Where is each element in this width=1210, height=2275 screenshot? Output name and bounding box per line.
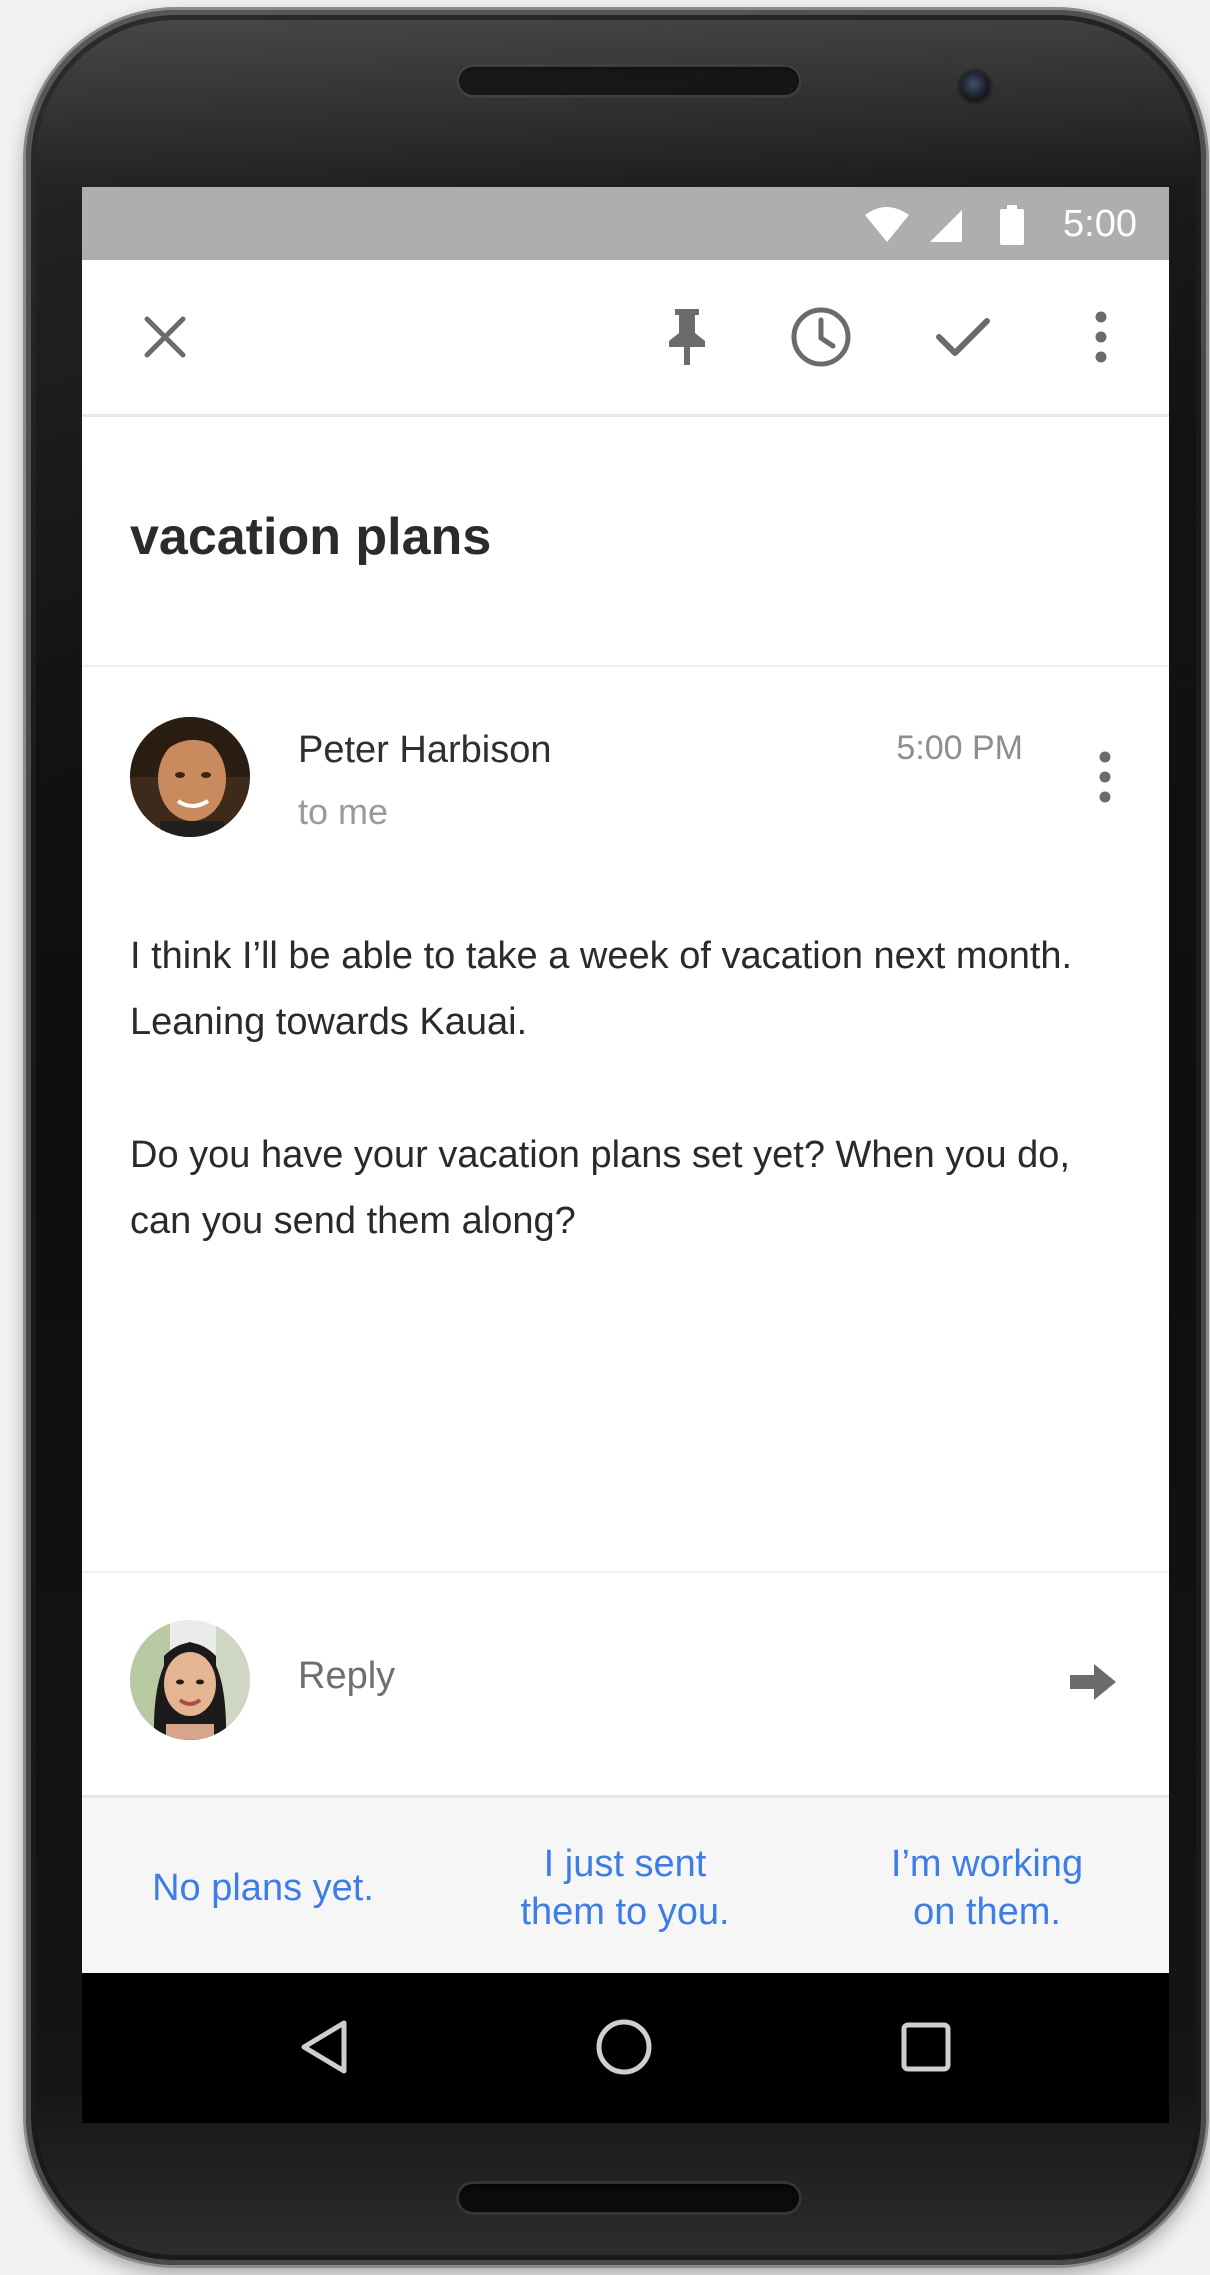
divider: [82, 665, 1169, 667]
smart-reply-text: on them.: [913, 1891, 1061, 1933]
smart-reply-text: I just sent: [543, 1843, 707, 1885]
toolbar: [82, 260, 1169, 417]
email-subject: vacation plans: [130, 508, 492, 566]
recipient-label[interactable]: to me: [298, 791, 388, 833]
reply-input[interactable]: Reply: [298, 1655, 395, 1698]
arrow-forward-icon: [1068, 1662, 1118, 1707]
email-body-paragraph: I think I’ll be able to take a week of v…: [130, 935, 1073, 1043]
smart-reply-text: them to you.: [520, 1891, 730, 1933]
send-button[interactable]: [1065, 1656, 1121, 1712]
front-camera: [960, 72, 990, 102]
home-icon: [594, 2017, 654, 2082]
smart-reply-option[interactable]: No plans yet.: [82, 1798, 444, 1973]
close-button[interactable]: [130, 304, 200, 374]
smart-reply-option[interactable]: I’m working on them.: [806, 1798, 1168, 1973]
close-icon: [143, 315, 187, 364]
check-done-icon: [935, 315, 991, 364]
recents-button[interactable]: [886, 2009, 966, 2089]
sender-name[interactable]: Peter Harbison: [298, 729, 551, 772]
smart-reply-bar: No plans yet. I just sent them to you. I…: [82, 1795, 1169, 1973]
mark-done-button[interactable]: [928, 304, 998, 374]
top-speaker: [456, 64, 802, 98]
user-avatar: [130, 1620, 250, 1740]
recents-icon: [900, 2021, 952, 2078]
battery-icon: [1000, 205, 1024, 250]
bottom-speaker: [456, 2181, 802, 2215]
more-vert-icon: [1098, 751, 1112, 808]
status-bar: 5:00: [82, 187, 1169, 260]
navigation-bar: [82, 1973, 1169, 2123]
smart-reply-text: I’m working: [890, 1843, 1084, 1885]
smart-reply-option[interactable]: I just sent them to you.: [444, 1798, 806, 1973]
message-overflow-button[interactable]: [1085, 749, 1125, 809]
snooze-clock-icon: [790, 306, 852, 373]
screen: 5:00 vacation plans Peter Harbison to me…: [82, 187, 1169, 1973]
signal-icon: [928, 207, 964, 248]
snooze-button[interactable]: [786, 304, 856, 374]
sender-avatar[interactable]: [130, 717, 250, 837]
smart-reply-text: No plans yet.: [152, 1867, 374, 1909]
email-body-paragraph: Do you have your vacation plans set yet?…: [130, 1134, 1070, 1242]
wifi-icon: [864, 207, 910, 248]
divider: [82, 1571, 1169, 1573]
back-button[interactable]: [284, 2009, 364, 2089]
pin-button[interactable]: [652, 304, 722, 374]
home-button[interactable]: [584, 2009, 664, 2089]
pin-icon: [665, 307, 709, 372]
overflow-menu-button[interactable]: [1066, 304, 1136, 374]
more-vert-icon: [1094, 311, 1108, 368]
back-icon: [296, 2017, 352, 2082]
status-time: 5:00: [1063, 203, 1137, 245]
sent-time: 5:00 PM: [896, 729, 1023, 767]
